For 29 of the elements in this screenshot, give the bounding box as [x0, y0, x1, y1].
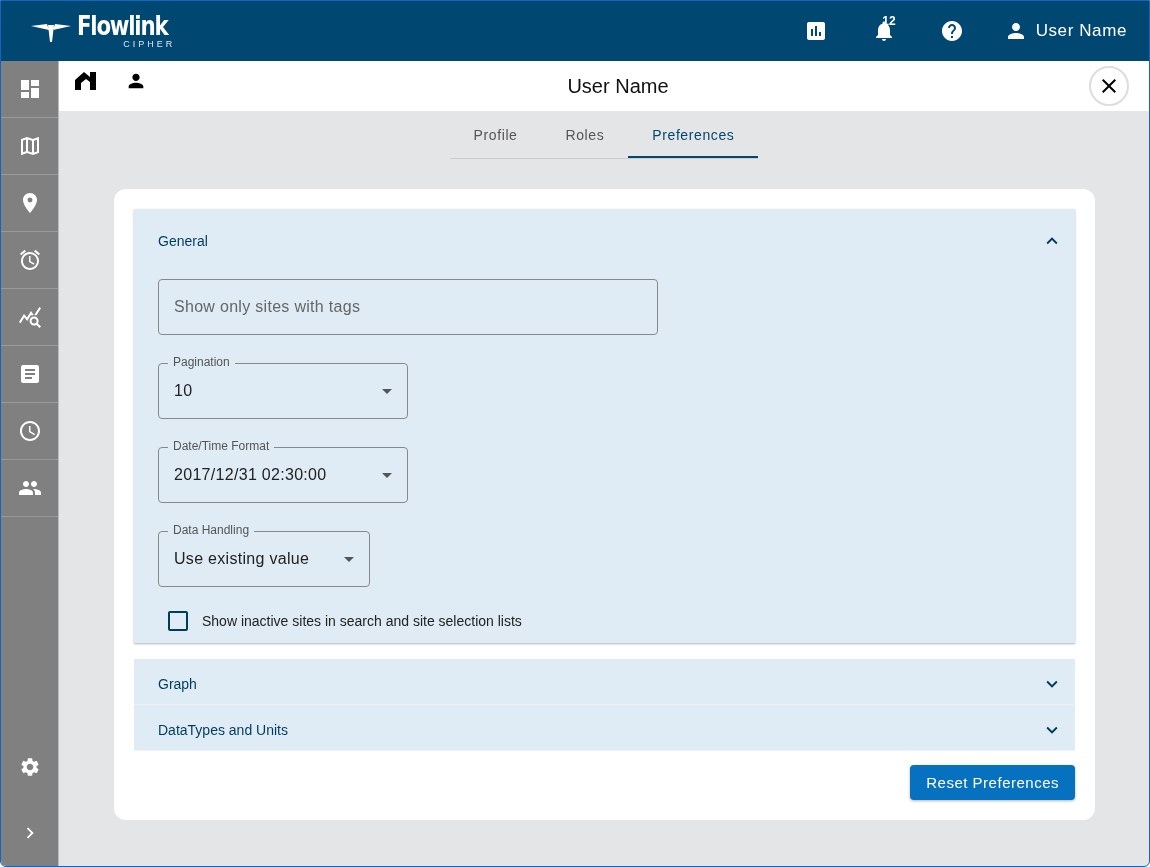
- section-title[interactable]: DataTypes and Units: [158, 721, 288, 738]
- field-label: Pagination: [168, 355, 235, 369]
- page-title: User Name: [566, 74, 670, 98]
- logo-title: Flowlink: [77, 13, 168, 39]
- logo-subtitle: CIPHER: [123, 39, 176, 49]
- home-icon[interactable]: [75, 71, 97, 91]
- alarm-clock-icon[interactable]: [17, 248, 42, 272]
- clock-icon[interactable]: [17, 419, 42, 443]
- chart-search-icon[interactable]: [17, 305, 42, 329]
- accordion-header[interactable]: DataTypes and Units: [134, 705, 1075, 751]
- section-title[interactable]: Graph: [158, 675, 197, 692]
- tags-input-field[interactable]: Show only sites with tags: [158, 279, 658, 335]
- reset-preferences-button[interactable]: Reset Preferences: [910, 765, 1075, 800]
- section-title[interactable]: General: [158, 233, 208, 249]
- select-value: Use existing value: [174, 550, 310, 568]
- help-icon[interactable]: [939, 19, 964, 43]
- select-value: 10: [174, 382, 193, 400]
- tab[interactable]: Roles: [541, 121, 629, 158]
- field-label: Date/Time Format: [168, 439, 275, 453]
- settings-icon[interactable]: [18, 756, 41, 778]
- close-button[interactable]: [1089, 66, 1129, 106]
- tab[interactable]: Profile: [449, 121, 542, 158]
- checkbox[interactable]: [168, 611, 188, 631]
- accordion-header[interactable]: Graph: [134, 659, 1075, 705]
- checkbox-label: Show inactive sites in search and site selection lists: [202, 613, 522, 629]
- user-menu-button[interactable]: User Name: [1003, 19, 1127, 43]
- tab[interactable]: Preferences: [628, 121, 759, 158]
- field-label: Data Handling: [168, 523, 255, 537]
- select-value: 2017/12/31 02:30:00: [174, 466, 327, 484]
